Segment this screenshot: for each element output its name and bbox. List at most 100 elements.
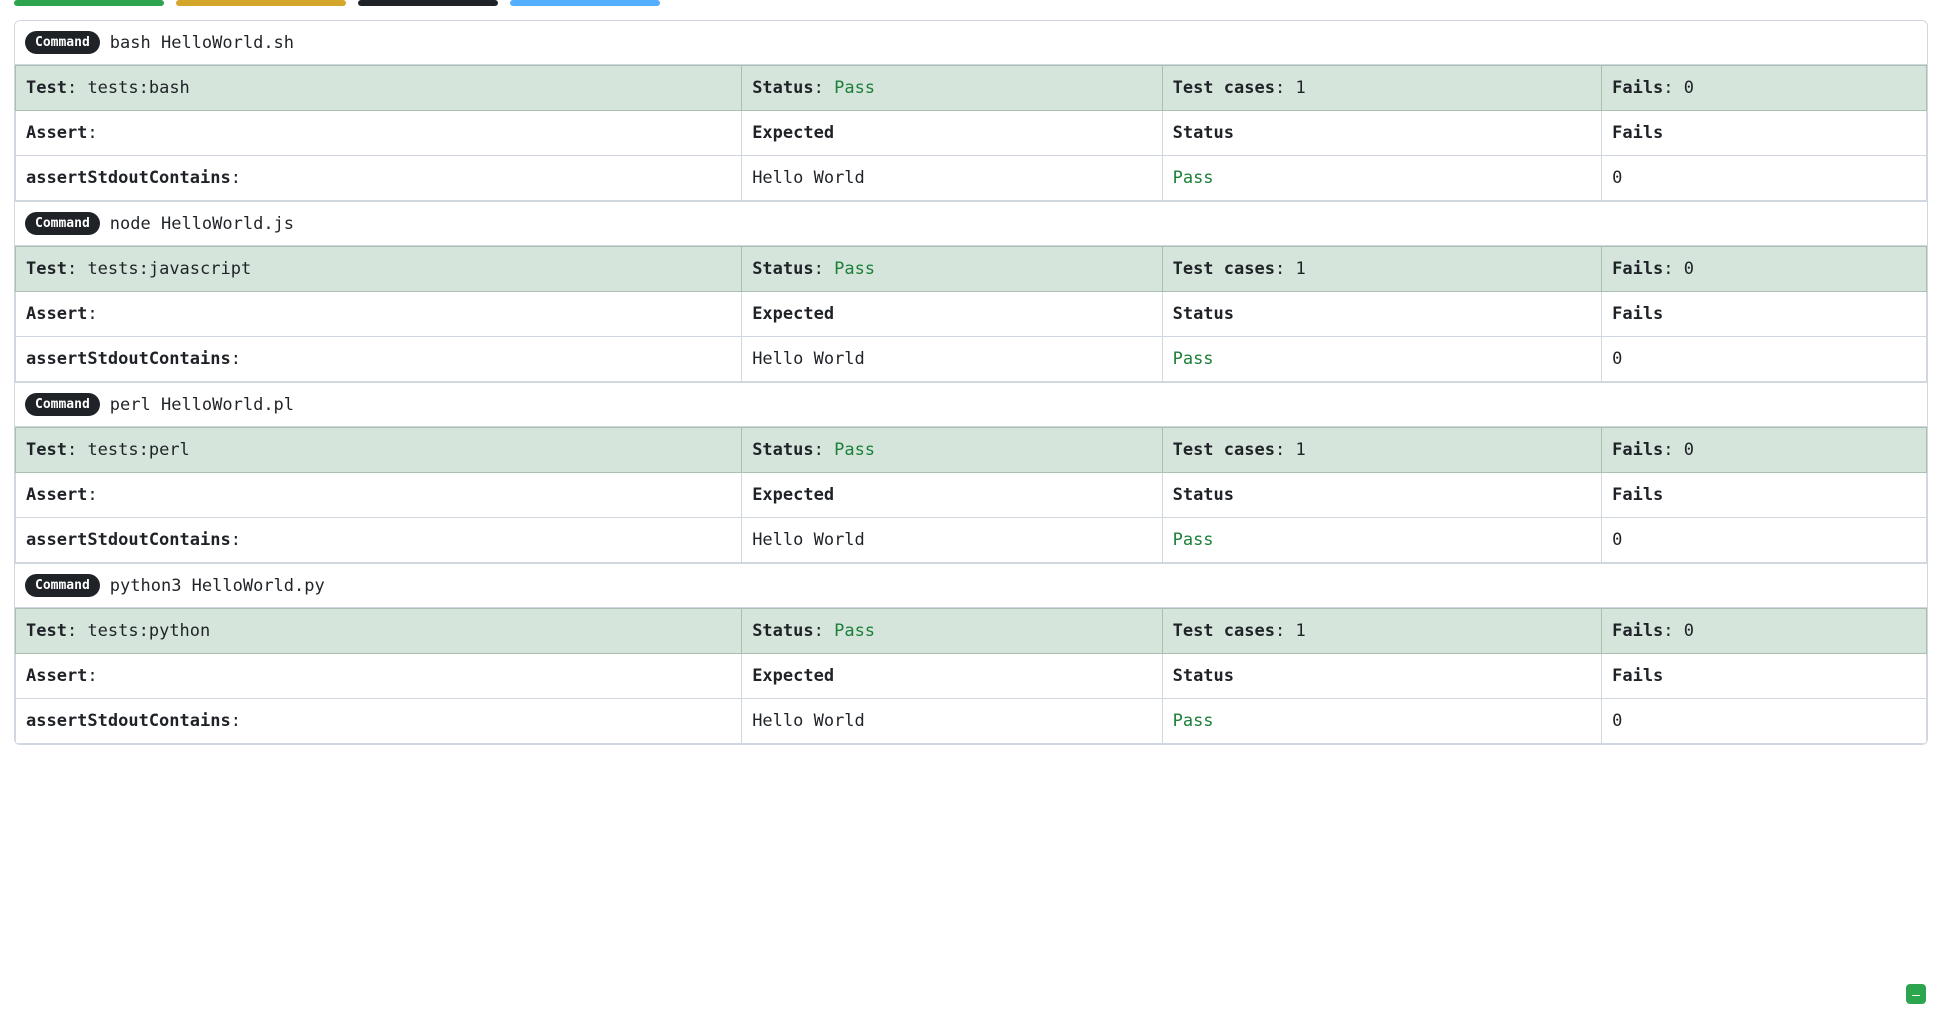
pill-blue: [510, 0, 660, 6]
cell-fails: 0: [1602, 337, 1927, 382]
command-badge: Command: [25, 31, 100, 54]
test-table: Test: tests:pythonStatus: PassTest cases…: [15, 608, 1927, 744]
expected-header: Expected: [752, 666, 834, 686]
command-row: Commandbash HelloWorld.sh: [15, 21, 1927, 65]
testcases-value: 1: [1295, 621, 1305, 641]
status-header: Status: [1173, 123, 1234, 143]
test-name: tests:bash: [87, 78, 189, 98]
row-status-value: Pass: [1173, 711, 1214, 731]
summary-status-value: Pass: [834, 440, 875, 460]
cell-expected: Hello World: [742, 156, 1162, 201]
expected-value: Hello World: [752, 711, 865, 731]
cell-assert: assertStdoutContains:: [16, 156, 742, 201]
minus-icon: –: [1912, 987, 1920, 1001]
summary-testcases: Test cases: 1: [1162, 428, 1602, 473]
pill-green: [14, 0, 164, 6]
cell-status: Pass: [1162, 518, 1602, 563]
cell-expected: Hello World: [742, 337, 1162, 382]
header-assert: Assert:: [16, 292, 742, 337]
command-row: Command node HelloWorld.js: [15, 201, 1927, 246]
testcases-label: Test cases: [1173, 78, 1275, 98]
assert-header: Assert: [26, 123, 87, 143]
data-row: assertStdoutContains: Hello World Pass0: [16, 337, 1927, 382]
test-name: tests:python: [87, 621, 210, 641]
cell-expected: Hello World: [742, 518, 1162, 563]
status-pills-partial: [14, 0, 1928, 6]
header-row: Assert: Expected Status Fails: [16, 111, 1927, 156]
data-row: assertStdoutContains: Hello World Pass 0: [16, 518, 1927, 563]
header-row: Assert: Expected StatusFails: [16, 473, 1927, 518]
cell-fails: 0: [1602, 518, 1927, 563]
fails-label: Fails: [1612, 259, 1663, 279]
summary-testcases: Test cases: 1: [1162, 247, 1602, 292]
header-expected: Expected: [742, 111, 1162, 156]
summary-row: Test: tests:bashStatus: PassTest cases: …: [16, 66, 1927, 111]
summary-fails: Fails: 0: [1602, 247, 1927, 292]
command-row: Commandpython3 HelloWorld.py: [15, 563, 1927, 608]
command-row: Command perl HelloWorld.pl: [15, 382, 1927, 427]
summary-test: Test: tests:bash: [16, 66, 742, 111]
test-table: Test: tests:javascriptStatus: PassTest c…: [15, 246, 1927, 382]
test-label: Test: [26, 78, 67, 98]
cell-assert: assertStdoutContains:: [16, 337, 742, 382]
header-fails: Fails: [1602, 473, 1927, 518]
status-header: Status: [1173, 304, 1234, 324]
command-text: perl HelloWorld.pl: [110, 395, 294, 415]
assert-name: assertStdoutContains: [26, 349, 231, 369]
summary-fails: Fails: 0: [1602, 428, 1927, 473]
summary-test: Test: tests:javascript: [16, 247, 742, 292]
header-assert: Assert:: [16, 473, 742, 518]
cell-fails: 0: [1602, 699, 1927, 744]
fails-header: Fails: [1612, 666, 1663, 686]
assert-header: Assert: [26, 485, 87, 505]
command-badge: Command: [25, 393, 100, 416]
header-expected: Expected: [742, 654, 1162, 699]
fails-label: Fails: [1612, 621, 1663, 641]
expected-header: Expected: [752, 304, 834, 324]
header-assert: Assert:: [16, 111, 742, 156]
cell-status: Pass: [1162, 337, 1602, 382]
expected-header: Expected: [752, 123, 834, 143]
fails-header: Fails: [1612, 123, 1663, 143]
summary-row: Test: tests:javascriptStatus: PassTest c…: [16, 247, 1927, 292]
header-status: Status: [1162, 654, 1602, 699]
data-row: assertStdoutContains: Hello World Pass0: [16, 156, 1927, 201]
fails-value: 0: [1684, 78, 1694, 98]
status-label: Status: [752, 78, 813, 98]
cell-fails: 0: [1602, 156, 1927, 201]
expected-header: Expected: [752, 485, 834, 505]
header-expected: Expected: [742, 292, 1162, 337]
expected-value: Hello World: [752, 530, 865, 550]
row-status-value: Pass: [1173, 530, 1214, 550]
summary-status: Status: Pass: [742, 247, 1162, 292]
header-status: Status: [1162, 473, 1602, 518]
header-fails: Fails: [1602, 111, 1927, 156]
collapse-fab[interactable]: –: [1906, 984, 1926, 1004]
summary-status-value: Pass: [834, 621, 875, 641]
status-label: Status: [752, 259, 813, 279]
test-table: Test: tests:perlStatus: PassTest cases: …: [15, 427, 1927, 563]
expected-value: Hello World: [752, 349, 865, 369]
command-text: node HelloWorld.js: [110, 214, 294, 234]
cell-assert: assertStdoutContains:: [16, 518, 742, 563]
expected-value: Hello World: [752, 168, 865, 188]
header-expected: Expected: [742, 473, 1162, 518]
header-assert: Assert:: [16, 654, 742, 699]
fails-header: Fails: [1612, 304, 1663, 324]
summary-testcases: Test cases: 1: [1162, 609, 1602, 654]
summary-fails: Fails: 0: [1602, 66, 1927, 111]
test-name: tests:perl: [87, 440, 189, 460]
summary-status: Status: Pass: [742, 609, 1162, 654]
summary-test: Test: tests:perl: [16, 428, 742, 473]
testcases-value: 1: [1295, 440, 1305, 460]
summary-test: Test: tests:python: [16, 609, 742, 654]
testcases-label: Test cases: [1173, 259, 1275, 279]
summary-fails: Fails: 0: [1602, 609, 1927, 654]
cell-status: Pass: [1162, 699, 1602, 744]
cell-status: Pass: [1162, 156, 1602, 201]
summary-status: Status: Pass: [742, 428, 1162, 473]
status-header: Status: [1173, 666, 1234, 686]
command-badge: Command: [25, 212, 100, 235]
test-name: tests:javascript: [87, 259, 251, 279]
command-text: python3 HelloWorld.py: [110, 576, 325, 596]
